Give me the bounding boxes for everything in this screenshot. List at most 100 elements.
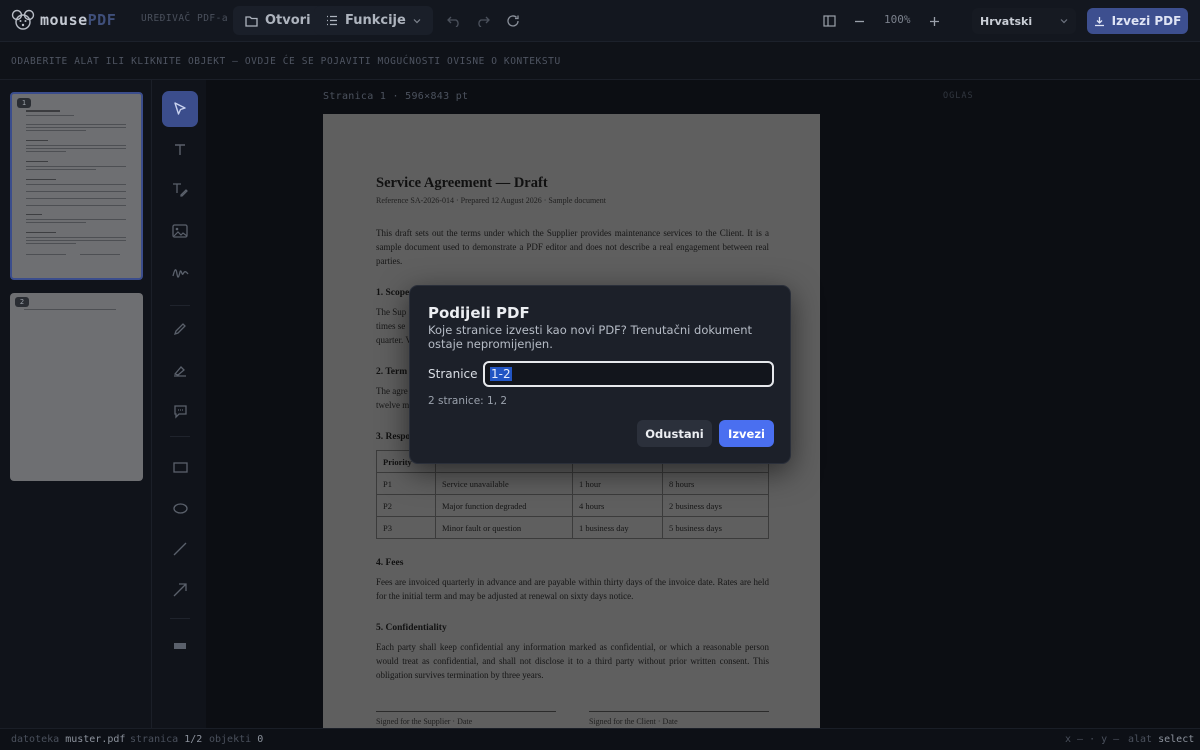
edit-text-tool[interactable]	[162, 172, 198, 208]
select-tool[interactable]	[162, 91, 198, 127]
line-icon	[173, 542, 187, 556]
table-cell: P2	[376, 494, 436, 517]
page-thumbnails-panel: 1 2	[0, 80, 152, 728]
chevron-down-icon	[1060, 19, 1068, 24]
thumbnail-number: 2	[15, 297, 29, 307]
table-row: P3 Minor fault or question 1 business da…	[376, 516, 769, 539]
image-tool[interactable]	[162, 213, 198, 249]
dialog-description: Koje stranice izvesti kao novi PDF? Tren…	[428, 323, 753, 351]
image-icon	[172, 224, 188, 238]
folder-icon	[245, 15, 258, 27]
sidebar-icon	[822, 15, 836, 27]
cancel-button[interactable]: Odustani	[637, 420, 712, 447]
highlighter-icon	[173, 366, 186, 377]
section-2-text: The agre twelve m	[376, 386, 410, 410]
table-row: P1 Service unavailable 1 hour 8 hours	[376, 472, 769, 495]
reset-button[interactable]	[502, 10, 524, 32]
table-cell: 4 hours	[572, 494, 663, 517]
zoom-in-button[interactable]	[923, 10, 945, 32]
refresh-icon	[507, 15, 519, 27]
toggle-sidebar-button[interactable]	[818, 10, 840, 32]
app-window: mousePDF UREĐIVAČ PDF-a Otvori Funkcije …	[0, 0, 1200, 750]
section-5-heading: 5. Confidentiality	[376, 623, 447, 633]
intro-paragraph: This draft sets out the terms under whic…	[376, 228, 769, 266]
section-4-heading: 4. Fees	[376, 558, 404, 568]
document-reference: Reference SA-2026-014 · Prepared 12 Augu…	[376, 196, 606, 205]
pencil-icon	[173, 323, 186, 336]
pages-label: Stranice	[428, 367, 478, 381]
table-cell: 1 business day	[572, 516, 663, 539]
table-cell: Service unavailable	[435, 472, 573, 495]
line-tool[interactable]	[162, 531, 198, 567]
table-cell: 8 hours	[662, 472, 769, 495]
signature-icon	[171, 269, 189, 278]
cursor-icon	[174, 102, 186, 115]
pages-info: 2 stranice: 1, 2	[428, 395, 508, 407]
arrow-icon	[173, 583, 187, 597]
table-cell: P1	[376, 472, 436, 495]
list-icon	[327, 15, 337, 26]
status-coordinates: x — · y —	[1065, 734, 1120, 745]
undo-button[interactable]	[443, 10, 465, 32]
export-pdf-button[interactable]: Izvezi PDF	[1087, 8, 1188, 34]
rectangle-icon	[172, 461, 188, 473]
minus-icon	[854, 20, 864, 22]
text-tool[interactable]	[162, 132, 198, 168]
export-confirm-button[interactable]: Izvezi	[719, 420, 774, 447]
client-signature-label: Signed for the Client · Date	[589, 717, 678, 726]
status-bar: datoteka muster.pdf stranica 1/2 objekti…	[0, 728, 1200, 750]
undo-icon	[447, 16, 459, 27]
section-3-heading: 3. Response times	[376, 432, 410, 442]
export-button-label: Izvezi PDF	[1111, 14, 1182, 28]
section-1-heading: 1. Scope	[376, 288, 410, 298]
signature-tool[interactable]	[162, 254, 198, 290]
document-title: Service Agreement — Draft	[376, 175, 548, 191]
pen-tool[interactable]	[162, 311, 198, 347]
section-1-text: The Sup times se quarter. V	[376, 307, 410, 345]
redo-button[interactable]	[472, 10, 494, 32]
rectangle-tool[interactable]	[162, 449, 198, 485]
features-button-label: Funkcije	[345, 13, 406, 28]
table-cell: 1 hour	[572, 472, 663, 495]
chevron-down-icon	[413, 18, 421, 23]
plus-icon	[929, 16, 939, 26]
signature-line	[589, 711, 769, 712]
comment-tool[interactable]	[162, 393, 198, 429]
ad-label: OGLAS	[943, 91, 974, 101]
logo: mousePDF	[11, 9, 116, 31]
thumbnail-number: 1	[17, 98, 31, 108]
page-label: Stranica 1 · 596×843 pt	[323, 91, 469, 102]
app-subtitle: UREĐIVAČ PDF-a	[141, 13, 229, 24]
context-bar: ODABERITE ALAT ILI KLIKNITE OBJEKT — OVD…	[0, 42, 1200, 80]
redact-icon	[174, 643, 186, 649]
arrow-tool[interactable]	[162, 572, 198, 608]
logo-wordmark: mousePDF	[40, 11, 117, 29]
page-thumbnail-1[interactable]: 1	[10, 92, 143, 280]
redact-tool[interactable]	[162, 628, 198, 664]
table-cell: P3	[376, 516, 436, 539]
dialog-title: Podijeli PDF	[428, 304, 530, 322]
language-select[interactable]: Hrvatski	[972, 8, 1076, 34]
open-button-label: Otvori	[265, 13, 311, 28]
features-menu-button[interactable]: Funkcije	[314, 6, 433, 35]
text-edit-icon	[173, 183, 188, 197]
section-2-heading: 2. Term	[376, 367, 408, 377]
zoom-level: 100%	[884, 13, 911, 26]
pages-input[interactable]: 1-2	[483, 361, 774, 387]
language-value: Hrvatski	[980, 14, 1033, 28]
status-file: datoteka muster.pdf	[11, 734, 126, 745]
signature-line	[376, 711, 556, 712]
status-page: stranica 1/2	[130, 734, 203, 745]
mouse-logo-icon	[11, 9, 35, 30]
page-thumbnail-2[interactable]: 2	[10, 293, 143, 481]
status-tool: alat select	[1128, 734, 1195, 745]
split-pdf-dialog: Podijeli PDF Koje stranice izvesti kao n…	[409, 285, 791, 464]
zoom-out-button[interactable]	[848, 10, 870, 32]
text-icon	[175, 144, 185, 155]
highlighter-tool[interactable]	[162, 352, 198, 388]
ellipse-icon	[172, 502, 188, 514]
top-toolbar: mousePDF UREĐIVAČ PDF-a Otvori Funkcije …	[0, 0, 1200, 42]
section-5-text: Each party shall keep confidential any i…	[376, 642, 769, 680]
open-button[interactable]: Otvori	[233, 6, 323, 35]
ellipse-tool[interactable]	[162, 490, 198, 526]
